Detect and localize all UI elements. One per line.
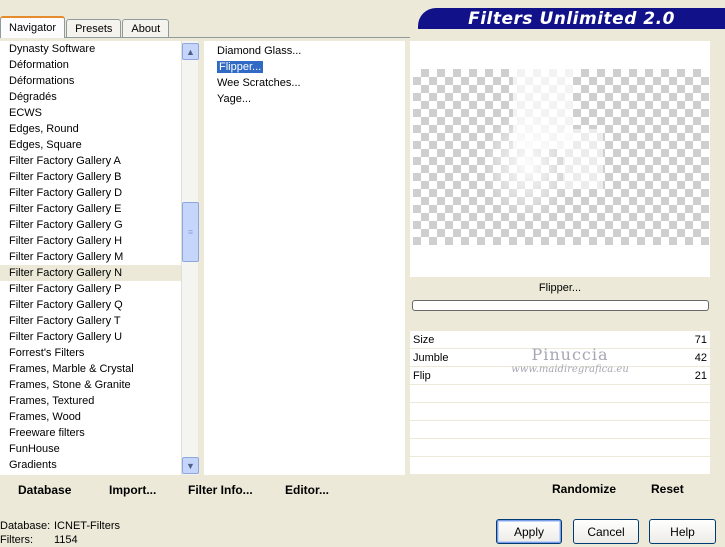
filter-item-label: Flipper... (217, 61, 264, 73)
progress-bar (412, 300, 709, 311)
category-item[interactable]: Filter Factory Gallery P (0, 281, 181, 297)
category-item[interactable]: Déformation (0, 57, 181, 73)
param-row-empty (410, 439, 710, 457)
filter-item-label: Yage... (217, 93, 252, 105)
category-item[interactable]: Filter Factory Gallery T (0, 313, 181, 329)
param-name: Jumble (413, 351, 449, 364)
param-row[interactable]: Flip 21 (410, 367, 710, 385)
category-item[interactable]: Filter Factory Gallery N (0, 265, 181, 281)
database-value: ICNET-Filters (54, 520, 120, 532)
filter-item[interactable]: Yage... (204, 91, 405, 107)
filters-count-label: Filters: (0, 534, 33, 546)
help-button[interactable]: Help (649, 519, 716, 544)
database-label: Database: (0, 520, 51, 532)
param-value[interactable]: 21 (695, 370, 707, 382)
tab-presets[interactable]: Presets (66, 19, 122, 38)
import-button[interactable]: Import... (109, 483, 156, 497)
param-value[interactable]: 71 (695, 334, 707, 346)
param-name: Size (413, 333, 435, 346)
category-item[interactable]: Déformations (0, 73, 181, 89)
status-area: Database: ICNET-Filters Filters: 1154 (0, 519, 120, 547)
category-item[interactable]: Edges, Square (0, 137, 181, 153)
filter-list[interactable]: Diamond Glass... Flipper... Wee Scratches.… (204, 41, 405, 475)
app-banner: Filters Unlimited 2.0 (418, 8, 725, 29)
category-item[interactable]: Frames, Textured (0, 393, 181, 409)
param-row-empty (410, 403, 710, 421)
tab-bar: Navigator Presets About (0, 16, 170, 38)
category-item[interactable]: FunHouse (0, 441, 181, 457)
category-list[interactable]: Dynasty Software Déformation Déformations D… (0, 41, 181, 475)
category-item[interactable]: Filter Factory Gallery E (0, 201, 181, 217)
database-button[interactable]: Database (18, 483, 71, 497)
category-item[interactable]: Forrest's Filters (0, 345, 181, 361)
category-item[interactable]: Filter Factory Gallery M (0, 249, 181, 265)
category-item[interactable]: Edges, Round (0, 121, 181, 137)
category-item[interactable]: Filter Factory Gallery Q (0, 297, 181, 313)
lower-toolbar: Database Import... Filter Info... Editor… (0, 477, 405, 502)
filter-item[interactable]: Diamond Glass... (204, 43, 405, 59)
editor-button[interactable]: Editor... (285, 483, 329, 497)
category-item[interactable]: Frames, Stone & Granite (0, 377, 181, 393)
category-item[interactable]: Filter Factory Gallery U (0, 329, 181, 345)
preview-image[interactable] (413, 69, 709, 245)
category-item[interactable]: Frames, Marble & Crystal (0, 361, 181, 377)
param-name: Flip (413, 369, 431, 382)
category-item[interactable]: Dégradés (0, 89, 181, 105)
category-item[interactable]: Dynasty Software (0, 41, 181, 57)
filters-count-value: 1154 (54, 534, 78, 546)
param-row-empty (410, 421, 710, 439)
current-filter-name: Flipper... (538, 282, 582, 294)
param-row[interactable]: Jumble 42 (410, 349, 710, 367)
category-item[interactable]: Filter Factory Gallery A (0, 153, 181, 169)
cancel-button[interactable]: Cancel (573, 519, 639, 544)
param-value[interactable]: 42 (695, 352, 707, 364)
param-row[interactable]: Size 71 (410, 331, 710, 349)
scroll-thumb[interactable]: ≡ (182, 202, 199, 262)
apply-button[interactable]: Apply (496, 519, 562, 544)
scroll-down-arrow-icon[interactable]: ▼ (182, 457, 199, 474)
parameter-list: Size 71 Jumble 42 Flip 21 (410, 331, 710, 475)
filter-item[interactable]: Flipper... (204, 59, 405, 75)
preview-toolbar: Randomize Reset (410, 477, 710, 502)
category-item[interactable]: Frames, Wood (0, 409, 181, 425)
category-item[interactable]: Filter Factory Gallery H (0, 233, 181, 249)
randomize-button[interactable]: Randomize (552, 482, 616, 496)
tab-about[interactable]: About (122, 19, 170, 38)
filter-info-button[interactable]: Filter Info... (188, 483, 253, 497)
category-item[interactable]: Filter Factory Gallery B (0, 169, 181, 185)
category-item[interactable]: Filter Factory Gallery G (0, 217, 181, 233)
category-item[interactable]: Filter Factory Gallery D (0, 185, 181, 201)
category-item[interactable]: Freeware filters (0, 425, 181, 441)
category-item[interactable]: ECWS (0, 105, 181, 121)
category-scrollbar[interactable]: ▲ ≡ ▼ (181, 41, 199, 475)
tab-navigator[interactable]: Navigator (0, 16, 66, 38)
category-item[interactable]: Gradients (0, 457, 181, 473)
param-row-empty (410, 457, 710, 475)
param-row-empty (410, 385, 710, 403)
filter-item-label: Diamond Glass... (217, 45, 302, 57)
filter-item-label: Wee Scratches... (217, 77, 301, 89)
reset-button[interactable]: Reset (651, 482, 684, 496)
filter-item[interactable]: Wee Scratches... (204, 75, 405, 91)
scroll-up-arrow-icon[interactable]: ▲ (182, 43, 199, 60)
preview-panel (410, 41, 710, 277)
